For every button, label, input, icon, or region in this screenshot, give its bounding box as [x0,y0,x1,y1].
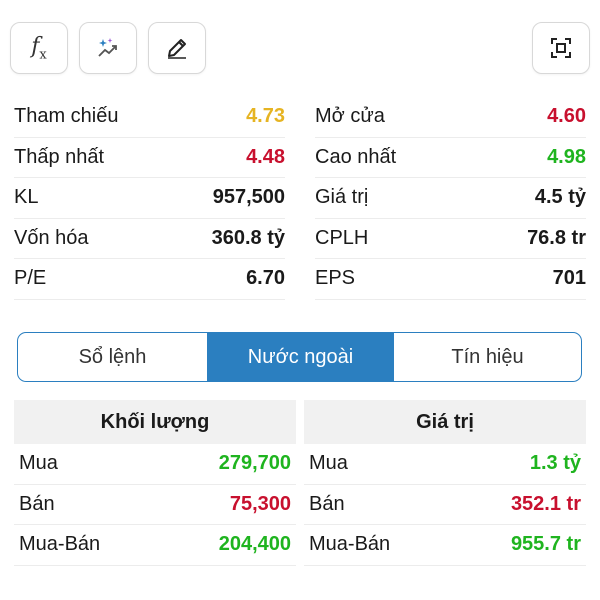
stat-value: 76.8 tr [527,226,586,249]
stat-reference: Tham chiếu 4.73 [14,97,285,138]
formula-button[interactable]: fx [10,22,68,74]
magic-indicator-button[interactable] [79,22,137,74]
row-label: Mua-Bán [19,533,101,556]
row-label: Bán [309,492,345,515]
detail-tabs: Sổ lệnh Nước ngoài Tín hiệu [17,332,582,382]
stat-label: Tham chiếu [14,105,119,128]
tab-foreign[interactable]: Nước ngoài [207,333,393,381]
row-label: Bán [19,492,55,515]
row-value: 75,300 [229,492,291,515]
stat-open: Mở cửa 4.60 [315,97,586,138]
foreign-volume-table: Khối lượng Mua 279,700 Bán 75,300 Mua-Bá… [14,400,296,566]
row-value: 955.7 tr [510,533,581,556]
table-row: Mua 1.3 tỷ [304,444,586,485]
row-value: 279,700 [218,452,291,475]
foreign-value-table: Giá trị Mua 1.3 tỷ Bán 352.1 tr Mua-Bán … [304,400,586,566]
row-value: 204,400 [218,533,291,556]
stat-label: EPS [315,267,356,290]
row-label: Mua [309,452,348,475]
stat-market-cap: Vốn hóa 360.8 tỷ [14,219,285,259]
stat-label: Mở cửa [315,105,385,128]
row-value: 1.3 tỷ [529,452,581,475]
stat-label: Cao nhất [315,145,397,168]
stat-value: 957,500 [212,186,285,209]
stats-row: KL 957,500 Giá trị 4.5 tỷ [14,178,586,219]
stat-label: Thấp nhất [14,145,105,168]
stat-value: 701 [552,267,586,290]
stat-pe: P/E 6.70 [14,259,285,300]
pencil-icon [168,39,186,59]
stat-value: 4.73 [246,105,285,128]
stats-row: P/E 6.70 EPS 701 [14,259,586,300]
stats-row: Tham chiếu 4.73 Mở cửa 4.60 [14,97,586,138]
stat-volume: KL 957,500 [14,178,285,219]
stat-value: 4.60 [547,105,586,128]
stat-shares-outstanding: CPLH 76.8 tr [315,219,586,259]
chart-date-axis-clipped: ···················· [0,0,600,6]
fullscreen-icon [551,38,571,58]
table-row: Bán 75,300 [14,485,296,525]
stats-row: Thấp nhất 4.48 Cao nhất 4.98 [14,138,586,178]
stat-low: Thấp nhất 4.48 [14,138,285,178]
stat-label: Vốn hóa [14,226,89,249]
stat-value: 6.70 [246,267,285,290]
stat-label: P/E [14,267,47,290]
stat-label: Giá trị [315,186,369,209]
table-header: Giá trị [304,400,586,444]
tab-signals[interactable]: Tín hiệu [393,333,581,381]
table-row: Mua-Bán 955.7 tr [304,525,586,566]
table-row: Mua-Bán 204,400 [14,525,296,566]
stat-value: 4.5 tỷ [534,186,586,209]
table-row: Mua 279,700 [14,444,296,485]
formula-icon: fx [31,33,47,63]
row-label: Mua [19,452,58,475]
stock-detail-screen: ···················· fx Tham chiếu 4. [0,0,600,600]
stat-high: Cao nhất 4.98 [315,138,586,178]
magic-indicator-icon [98,38,117,57]
row-value: 352.1 tr [510,492,581,515]
stat-label: CPLH [315,226,369,249]
table-row: Bán 352.1 tr [304,485,586,525]
draw-button[interactable] [148,22,206,74]
fullscreen-button[interactable] [532,22,590,74]
stat-value: 4.98 [547,145,586,168]
stat-value-traded: Giá trị 4.5 tỷ [315,178,586,219]
stats-row: Vốn hóa 360.8 tỷ CPLH 76.8 tr [14,219,586,259]
stat-eps: EPS 701 [315,259,586,300]
stat-label: KL [14,186,39,209]
row-label: Mua-Bán [309,533,391,556]
stat-value: 4.48 [246,145,285,168]
price-stats-grid: Tham chiếu 4.73 Mở cửa 4.60 Thấp nhất 4.… [14,97,586,300]
stat-value: 360.8 tỷ [211,226,285,249]
table-header: Khối lượng [14,400,296,444]
tab-order-book[interactable]: Sổ lệnh [18,333,207,381]
